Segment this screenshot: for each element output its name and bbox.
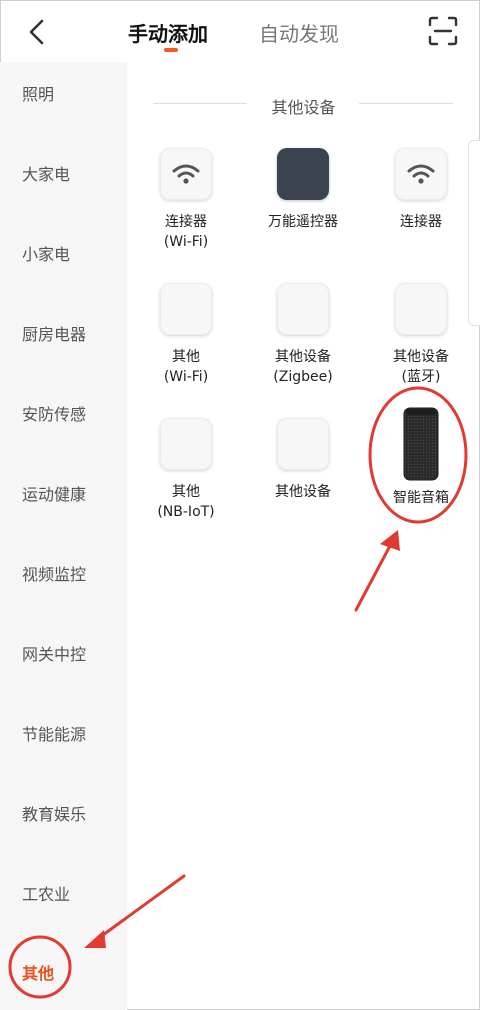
device-label: 万能遥控器	[248, 212, 358, 232]
device-other-zigbee[interactable]: 其他设备 (Zigbee)	[248, 283, 358, 387]
device-name: 连接器	[165, 214, 207, 230]
device-label: 其他设备 (蓝牙)	[366, 347, 476, 387]
section-title: 其他设备	[271, 98, 336, 117]
device-name: 万能遥控器	[268, 214, 338, 230]
smart-speaker-icon	[395, 406, 447, 482]
active-tab-indicator	[164, 48, 178, 52]
device-other[interactable]: 其他设备	[248, 418, 358, 502]
wifi-icon	[160, 148, 212, 200]
device-label: 其他 (Wi-Fi)	[131, 347, 241, 387]
sidebar-item-fitness[interactable]: 运动健康	[22, 481, 86, 505]
sidebar-item-industry[interactable]: 工农业	[22, 881, 70, 905]
device-protocol: (蓝牙)	[401, 369, 441, 385]
top-bar: 手动添加 自动发现	[0, 0, 480, 62]
category-sidebar: 照明 大家电 小家电 厨房电器 安防传感 运动健康 视频监控 网关中控 节能能源…	[0, 62, 127, 1010]
device-protocol: (Wi-Fi)	[163, 369, 209, 385]
device-name: 其他	[172, 349, 200, 365]
device-other-wifi[interactable]: 其他 (Wi-Fi)	[131, 283, 241, 387]
device-name: 其他设备	[275, 349, 331, 365]
device-label: 其他设备	[248, 482, 358, 502]
scan-icon	[428, 16, 458, 46]
blank-device-icon	[160, 418, 212, 470]
device-panel: 其他设备 连接器 (Wi-Fi) 万能遥控器 连接器 其他 (Wi-Fi) 其他…	[127, 62, 480, 1010]
device-label: 连接器 (Wi-Fi)	[131, 212, 241, 252]
device-protocol: (Zigbee)	[273, 369, 333, 385]
sidebar-item-lighting[interactable]: 照明	[22, 81, 54, 105]
sidebar-item-video[interactable]: 视频监控	[22, 561, 86, 585]
sidebar-item-other[interactable]: 其他	[22, 960, 54, 984]
remote-control-icon	[277, 148, 329, 200]
blank-device-icon	[395, 283, 447, 335]
device-other-nbiot[interactable]: 其他 (NB-IoT)	[131, 418, 241, 522]
divider-right	[359, 103, 453, 104]
blank-device-icon	[160, 283, 212, 335]
device-name: 其他设备	[393, 349, 449, 365]
device-protocol: (Wi-Fi)	[163, 234, 209, 250]
chevron-left-icon	[29, 19, 44, 45]
device-smart-speaker[interactable]: 智能音箱	[366, 407, 476, 508]
device-other-bluetooth[interactable]: 其他设备 (蓝牙)	[366, 283, 476, 387]
device-name: 智能音箱	[393, 490, 449, 506]
sidebar-item-small-appliances[interactable]: 小家电	[22, 241, 70, 265]
device-universal-remote[interactable]: 万能遥控器	[248, 148, 358, 232]
blank-device-icon	[277, 418, 329, 470]
device-protocol: (NB-IoT)	[157, 504, 215, 520]
device-name: 连接器	[400, 214, 442, 230]
sidebar-item-education[interactable]: 教育娱乐	[22, 801, 86, 825]
sidebar-item-energy[interactable]: 节能能源	[22, 721, 86, 745]
device-label: 其他设备 (Zigbee)	[248, 347, 358, 387]
tab-auto-discover[interactable]: 自动发现	[259, 18, 339, 47]
section-header: 其他设备	[127, 92, 480, 117]
tab-manual-add[interactable]: 手动添加	[128, 18, 208, 47]
device-label: 连接器	[366, 212, 476, 232]
wifi-icon	[395, 148, 447, 200]
device-label: 智能音箱	[366, 488, 476, 508]
device-label: 其他 (NB-IoT)	[131, 482, 241, 522]
device-connector-wifi[interactable]: 连接器 (Wi-Fi)	[131, 148, 241, 252]
device-name: 其他	[172, 484, 200, 500]
scan-button[interactable]	[426, 14, 460, 48]
blank-device-icon	[277, 283, 329, 335]
device-connector[interactable]: 连接器	[366, 148, 476, 232]
sidebar-item-large-appliances[interactable]: 大家电	[22, 161, 70, 185]
device-name: 其他设备	[275, 484, 331, 500]
sidebar-item-kitchen[interactable]: 厨房电器	[22, 321, 86, 345]
sidebar-item-security[interactable]: 安防传感	[22, 401, 86, 425]
back-button[interactable]	[20, 12, 56, 52]
sidebar-item-gateway[interactable]: 网关中控	[22, 641, 86, 665]
